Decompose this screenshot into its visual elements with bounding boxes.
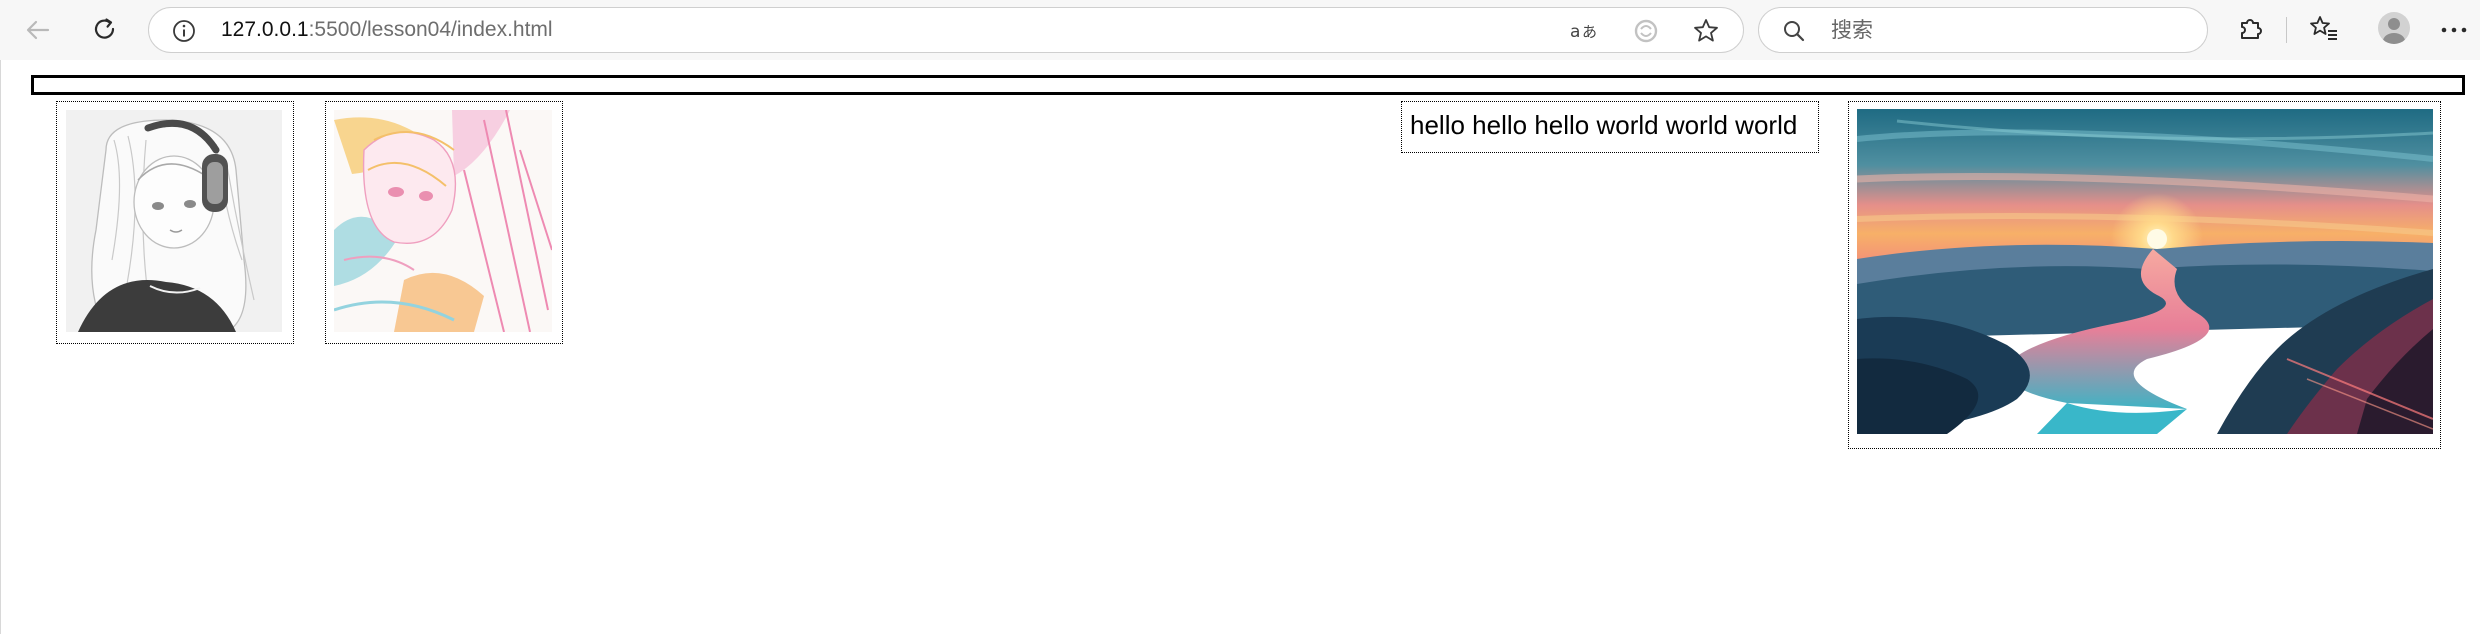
avatar-icon [2377, 11, 2411, 50]
image-box-2 [325, 101, 563, 344]
address-bar[interactable]: 127.0.0.1:5500/lesson04/index.html aあ [148, 7, 1744, 53]
anime-girl-headphones-image [66, 110, 282, 332]
search-icon [1781, 18, 1807, 44]
search-input[interactable] [1829, 14, 2183, 48]
hello-world-text-box: hello hello hello world world world [1401, 101, 1819, 153]
more-horizontal-icon [2440, 21, 2468, 39]
puzzle-icon [2236, 14, 2264, 47]
address-path: :5500/lesson04/index.html [308, 18, 553, 41]
page-viewport: hello hello hello world world world [0, 60, 2480, 634]
arrow-left-icon [24, 16, 52, 44]
image-box-1 [56, 101, 294, 344]
more-menu-button[interactable] [2434, 10, 2474, 50]
extensions-button[interactable] [2230, 10, 2270, 50]
translate-icon[interactable] [1631, 16, 1661, 46]
refresh-button[interactable] [85, 10, 125, 50]
profile-button[interactable] [2374, 10, 2414, 50]
svg-text:a: a [1570, 22, 1580, 42]
address-host: 127.0.0.1 [221, 18, 309, 41]
read-aloud-icon[interactable]: aあ [1569, 16, 1599, 46]
toolbar-divider [2286, 17, 2287, 43]
svg-text:あ: あ [1582, 23, 1597, 41]
anime-girl-pastel-image [334, 110, 552, 332]
info-circle-icon[interactable] [171, 18, 197, 44]
back-button[interactable] [18, 10, 58, 50]
sunset-landscape-image [1857, 109, 2433, 434]
image-box-3 [1848, 101, 2441, 449]
favorites-list-icon [2309, 14, 2339, 47]
refresh-icon [91, 16, 119, 44]
address-url[interactable]: 127.0.0.1:5500/lesson04/index.html [221, 8, 553, 52]
favorites-button[interactable] [2304, 10, 2344, 50]
search-box[interactable] [1758, 7, 2208, 53]
browser-toolbar: 127.0.0.1:5500/lesson04/index.html aあ [0, 0, 2480, 60]
star-icon[interactable] [1691, 16, 1721, 46]
empty-bordered-div [31, 75, 2465, 95]
